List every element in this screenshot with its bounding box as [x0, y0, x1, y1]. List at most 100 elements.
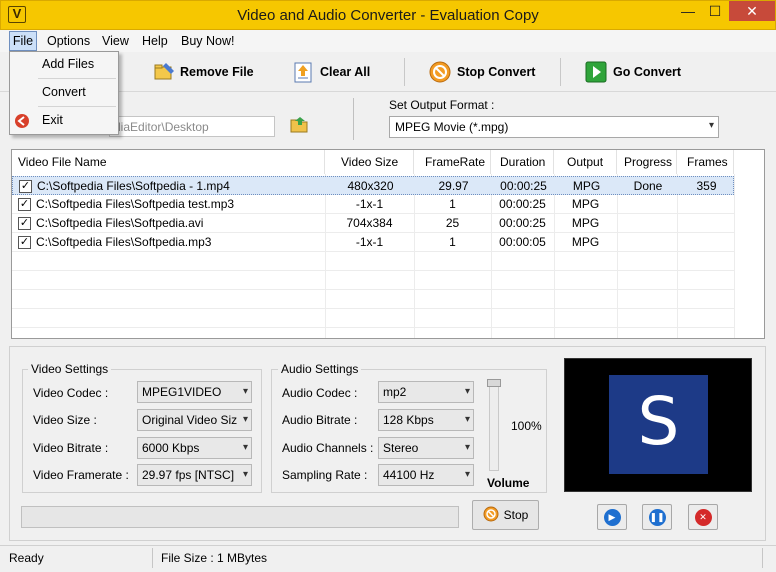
chevron-down-icon: ▾ — [708, 120, 714, 131]
status-text: Ready — [9, 551, 44, 565]
audio-channels-label: Audio Channels : — [282, 441, 374, 455]
audio-bitrate-label: Audio Bitrate : — [282, 413, 358, 427]
sampling-rate-value: 44100 Hz — [383, 468, 435, 482]
stop-icon — [483, 506, 499, 525]
audio-codec-value: mp2 — [383, 385, 407, 399]
cell-video-size: 480x320 — [347, 179, 394, 193]
volume-label: Volume — [487, 476, 530, 490]
cell-duration: 00:00:05 — [499, 235, 546, 249]
minimize-button[interactable]: — — [675, 1, 701, 21]
column-header-video-size[interactable]: Video Size — [325, 150, 414, 174]
video-bitrate-select[interactable]: 6000 Kbps ▾ — [137, 437, 252, 459]
audio-settings-title: Audio Settings — [278, 362, 362, 376]
chevron-down-icon: ▾ — [464, 442, 470, 453]
menu-item-exit[interactable]: Exit — [42, 113, 63, 127]
column-header-duration[interactable]: Duration — [491, 150, 554, 174]
volume-slider[interactable] — [489, 379, 499, 471]
cell-framerate: 1 — [449, 197, 456, 211]
row-checkbox[interactable]: ✓ — [18, 236, 31, 249]
audio-codec-select[interactable]: mp2 ▾ — [378, 381, 474, 403]
stop-convert-button[interactable]: Stop Convert — [429, 60, 535, 84]
column-header-video-file-name[interactable]: Video File Name — [12, 150, 325, 174]
stop-playback-button[interactable]: ✕ — [688, 504, 718, 530]
menu-options[interactable]: Options — [47, 33, 90, 49]
video-framerate-select[interactable]: 29.97 fps [NTSC] ▾ — [137, 464, 252, 486]
clear-all-icon — [292, 61, 314, 83]
menu-buy-now[interactable]: Buy Now! — [181, 33, 235, 49]
play-icon: ▶ — [603, 508, 621, 526]
cell-video-size: -1x-1 — [355, 197, 384, 211]
chevron-down-icon: ▾ — [464, 386, 470, 397]
audio-channels-select[interactable]: Stereo ▾ — [378, 437, 474, 459]
pause-button[interactable]: ❚❚ — [642, 504, 672, 530]
table-row[interactable]: ✓ C:\Softpedia Files\Softpedia.avi 704x3… — [12, 214, 734, 233]
stop-convert-icon — [429, 61, 451, 83]
menu-separator — [38, 106, 116, 107]
cell-framerate: 29.97 — [438, 179, 469, 193]
cell-file-name: C:\Softpedia Files\Softpedia.mp3 — [36, 235, 212, 249]
column-header-progress[interactable]: Progress — [617, 150, 677, 174]
sampling-rate-label: Sampling Rate : — [282, 468, 368, 482]
toolbar-separator — [404, 58, 405, 86]
file-menu-dropdown: Add Files Convert Exit — [9, 51, 119, 135]
cell-frames: 359 — [696, 179, 717, 193]
play-button[interactable]: ▶ — [597, 504, 627, 530]
close-window-button[interactable]: ✕ — [729, 1, 775, 21]
file-list[interactable]: Video File Name Video Size FrameRate Dur… — [11, 149, 765, 339]
remove-file-label: Remove File — [180, 65, 254, 79]
menu-file[interactable]: File — [9, 31, 37, 51]
row-checkbox[interactable]: ✓ — [19, 180, 32, 193]
browse-folder-icon[interactable] — [290, 116, 310, 134]
chevron-down-icon: ▾ — [242, 386, 248, 397]
video-codec-select[interactable]: MPEG1VIDEO ▾ — [137, 381, 252, 403]
row-checkbox[interactable]: ✓ — [18, 198, 31, 211]
menu-item-add-files[interactable]: Add Files — [42, 57, 94, 71]
table-row[interactable]: ✓ C:\Softpedia Files\Softpedia - 1.mp4 4… — [12, 176, 734, 195]
column-header-framerate[interactable]: FrameRate — [414, 150, 491, 174]
cell-output: MPG — [572, 179, 601, 193]
grid-line — [12, 327, 734, 328]
audio-bitrate-select[interactable]: 128 Kbps ▾ — [378, 409, 474, 431]
cell-framerate: 1 — [449, 235, 456, 249]
chevron-down-icon: ▾ — [464, 469, 470, 480]
menu-item-convert[interactable]: Convert — [42, 85, 86, 99]
cell-progress: Done — [633, 179, 663, 193]
remove-file-button[interactable]: Remove File — [152, 60, 254, 84]
video-codec-label: Video Codec : — [33, 386, 109, 400]
go-convert-button[interactable]: Go Convert — [585, 60, 681, 84]
column-header-output[interactable]: Output — [554, 150, 617, 174]
output-path-input[interactable]: diaEditor\Desktop — [109, 116, 275, 137]
clear-all-button[interactable]: Clear All — [292, 60, 370, 84]
menu-view[interactable]: View — [102, 33, 129, 49]
table-row[interactable]: ✓ C:\Softpedia Files\Softpedia.mp3 -1x-1… — [12, 233, 734, 252]
menu-separator — [38, 78, 116, 79]
stop-button[interactable]: Stop — [472, 500, 539, 530]
output-format-select[interactable]: MPEG Movie (*.mpg) ▾ — [389, 116, 719, 138]
exit-icon — [14, 113, 30, 129]
video-size-label: Video Size : — [33, 413, 97, 427]
video-size-value: Original Video Siz — [142, 413, 238, 427]
pause-icon: ❚❚ — [648, 508, 666, 526]
cell-framerate: 25 — [445, 216, 460, 230]
stop-button-label: Stop — [503, 508, 529, 522]
audio-codec-label: Audio Codec : — [282, 386, 358, 400]
video-size-select[interactable]: Original Video Siz ▾ — [137, 409, 252, 431]
go-convert-label: Go Convert — [613, 65, 682, 79]
video-codec-value: MPEG1VIDEO — [142, 385, 222, 399]
volume-slider-thumb[interactable] — [487, 379, 501, 387]
table-row[interactable]: ✓ C:\Softpedia Files\Softpedia test.mp3 … — [12, 195, 734, 214]
cell-file-name: C:\Softpedia Files\Softpedia - 1.mp4 — [37, 179, 230, 193]
cell-video-size: -1x-1 — [355, 235, 384, 249]
maximize-button[interactable]: ☐ — [702, 1, 728, 21]
grid-line — [12, 289, 734, 290]
menu-help[interactable]: Help — [142, 33, 168, 49]
remove-file-icon — [152, 61, 174, 83]
row-checkbox[interactable]: ✓ — [18, 217, 31, 230]
cell-output: MPG — [571, 235, 600, 249]
cell-file-name: C:\Softpedia Files\Softpedia.avi — [36, 216, 204, 230]
column-header-frames[interactable]: Frames — [677, 150, 734, 174]
cell-video-size: 704x384 — [346, 216, 393, 230]
cell-duration: 00:00:25 — [499, 216, 546, 230]
status-bar — [0, 545, 776, 572]
sampling-rate-select[interactable]: 44100 Hz ▾ — [378, 464, 474, 486]
